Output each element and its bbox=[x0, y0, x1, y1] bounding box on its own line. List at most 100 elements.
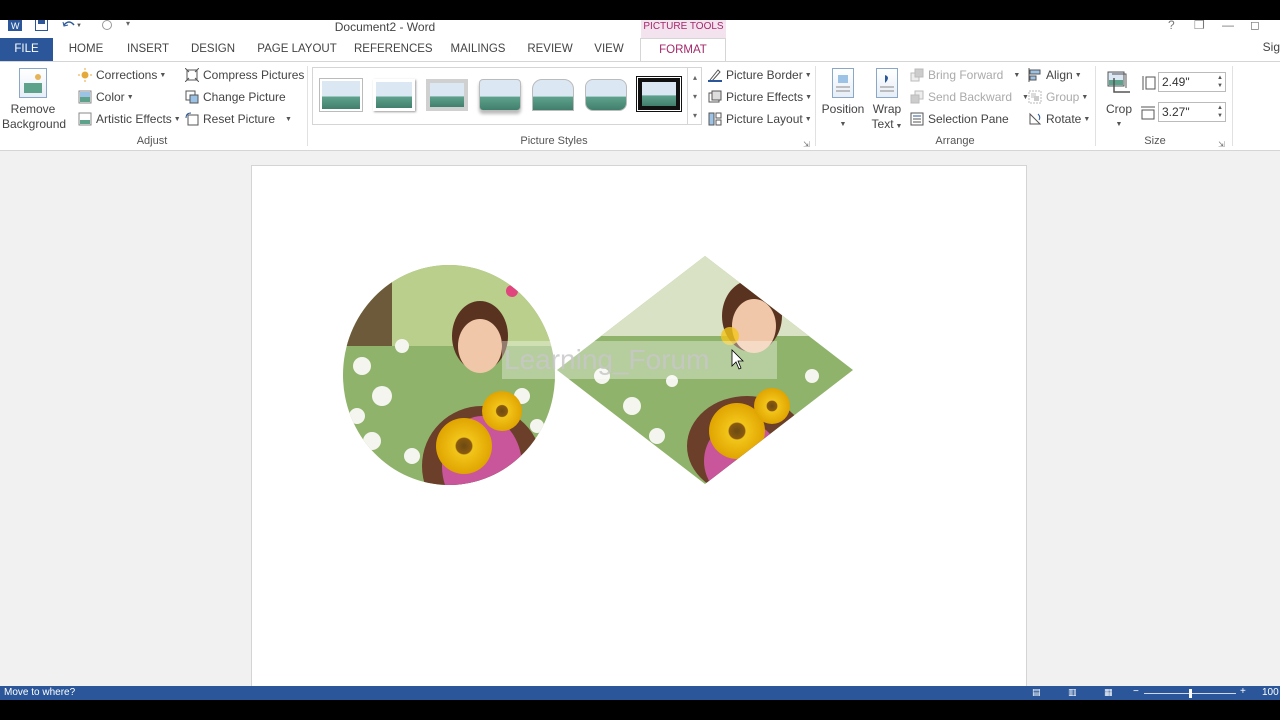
group-button[interactable]: Group ▼ bbox=[1028, 87, 1088, 107]
divider bbox=[1232, 66, 1233, 146]
position-button[interactable]: Position ▼ bbox=[820, 68, 866, 132]
shape-height-value: 2.49" bbox=[1162, 75, 1190, 89]
position-label: Position bbox=[821, 102, 865, 116]
picture-style-6[interactable] bbox=[585, 79, 627, 111]
shape-width-value: 3.27" bbox=[1162, 105, 1190, 119]
artistic-effects-label: Artistic Effects bbox=[96, 112, 172, 126]
adjust-group-label: Adjust bbox=[136, 135, 168, 147]
restore-icon[interactable]: ◻ bbox=[1250, 20, 1260, 32]
corrections-button[interactable]: Corrections ▼ bbox=[78, 65, 166, 85]
bring-forward-button[interactable]: Bring Forward ▼ bbox=[910, 65, 1020, 85]
reset-picture-button[interactable]: Reset Picture ▼ bbox=[185, 109, 292, 129]
picture-style-2[interactable] bbox=[373, 79, 415, 111]
artistic-effects-icon bbox=[78, 112, 92, 126]
pictures-layer: Learning_Forum bbox=[332, 256, 853, 526]
size-group-label: Size bbox=[1144, 135, 1166, 147]
shape-width-field[interactable]: 3.27" ▲ ▼ bbox=[1158, 102, 1226, 122]
picture-effects-button[interactable]: Picture Effects ▼ bbox=[708, 87, 812, 107]
picture-tools-label: PICTURE TOOLS bbox=[641, 20, 726, 38]
picture-border-button[interactable]: Picture Border ▼ bbox=[708, 65, 812, 85]
zoom-level[interactable]: 100 bbox=[1262, 687, 1279, 698]
picture-style-3[interactable] bbox=[426, 79, 468, 111]
send-backward-icon bbox=[910, 90, 924, 104]
selection-pane-icon bbox=[910, 112, 924, 126]
divider bbox=[815, 66, 816, 146]
minimize-icon[interactable]: — bbox=[1222, 20, 1234, 32]
circle-cropped-picture[interactable] bbox=[332, 256, 572, 526]
read-mode-icon[interactable]: ▤ bbox=[1032, 687, 1041, 698]
height-icon bbox=[1140, 73, 1156, 93]
selection-pane-button[interactable]: Selection Pane bbox=[910, 109, 1009, 129]
help-icon[interactable]: ? bbox=[1168, 20, 1175, 32]
title-bar: W ▼ ▾ Document2 - Word PICTURE TOOLS ? ❐… bbox=[0, 20, 1280, 38]
arrange-group-label: Arrange bbox=[935, 135, 975, 147]
change-picture-button[interactable]: Change Picture bbox=[185, 87, 286, 107]
sign-in-link[interactable]: Sig bbox=[1263, 38, 1280, 56]
picture-layout-button[interactable]: Picture Layout ▼ bbox=[708, 109, 812, 129]
picture-effects-icon bbox=[708, 90, 722, 104]
rotate-label: Rotate bbox=[1046, 112, 1082, 126]
position-icon bbox=[832, 68, 854, 98]
artistic-effects-button[interactable]: Artistic Effects ▼ bbox=[78, 109, 181, 129]
picture-style-4[interactable] bbox=[479, 79, 521, 111]
width-spinner-arrows[interactable]: ▲ ▼ bbox=[1217, 104, 1223, 120]
tab-design[interactable]: DESIGN bbox=[186, 38, 240, 61]
tab-review[interactable]: REVIEW bbox=[524, 38, 576, 61]
tab-insert[interactable]: INSERT bbox=[122, 38, 174, 61]
zoom-slider-track[interactable] bbox=[1144, 689, 1236, 698]
divider bbox=[307, 66, 308, 146]
wrap-text-label-2: Text bbox=[871, 117, 894, 131]
compress-pictures-label: Compress Pictures bbox=[203, 68, 305, 82]
color-label: Color bbox=[96, 90, 125, 104]
picture-layout-icon bbox=[708, 112, 722, 126]
tab-view[interactable]: VIEW bbox=[588, 38, 630, 61]
crop-button[interactable]: Crop ▼ bbox=[1100, 68, 1138, 132]
picture-style-7[interactable] bbox=[636, 76, 682, 112]
sun-icon bbox=[78, 68, 92, 82]
zoom-out-button[interactable]: − bbox=[1133, 686, 1139, 697]
crop-label: Crop bbox=[1105, 102, 1132, 116]
zoom-in-button[interactable]: + bbox=[1240, 686, 1246, 697]
status-text: Move to where? bbox=[4, 687, 76, 698]
shape-height-field[interactable]: 2.49" ▲ ▼ bbox=[1158, 72, 1226, 92]
picture-style-5[interactable] bbox=[532, 79, 574, 111]
crop-icon bbox=[1106, 68, 1132, 98]
width-icon bbox=[1140, 103, 1156, 123]
gallery-scroll-down[interactable]: ▾ bbox=[687, 87, 702, 106]
picture-styles-gallery: ▴ ▾ ▾ bbox=[312, 67, 702, 125]
group-icon bbox=[1028, 90, 1042, 104]
zoom-slider-thumb[interactable] bbox=[1189, 689, 1192, 698]
reset-picture-icon bbox=[185, 112, 199, 126]
picture-effects-label: Picture Effects bbox=[726, 90, 804, 104]
divider bbox=[1095, 66, 1096, 146]
tab-file[interactable]: FILE bbox=[0, 38, 53, 61]
picture-style-1[interactable] bbox=[320, 79, 362, 111]
gallery-more[interactable]: ▾ bbox=[687, 106, 702, 125]
tab-page-layout[interactable]: PAGE LAYOUT bbox=[252, 38, 342, 61]
document-canvas: Learning_Forum bbox=[0, 151, 1280, 705]
tab-home[interactable]: HOME bbox=[62, 38, 110, 61]
wrap-text-icon bbox=[876, 68, 898, 98]
web-layout-icon[interactable]: ▦ bbox=[1104, 687, 1113, 698]
remove-background-button[interactable]: Remove Background bbox=[2, 68, 66, 132]
bring-forward-label: Bring Forward bbox=[928, 68, 1004, 82]
wrap-text-button[interactable]: Wrap Text ▼ bbox=[868, 68, 906, 134]
change-picture-icon bbox=[185, 90, 199, 104]
height-spinner-arrows[interactable]: ▲ ▼ bbox=[1217, 74, 1223, 90]
reset-picture-label: Reset Picture bbox=[203, 112, 276, 126]
rotate-button[interactable]: Rotate ▼ bbox=[1028, 109, 1090, 129]
tab-format[interactable]: FORMAT bbox=[640, 38, 726, 62]
ribbon-display-options-icon[interactable]: ❐ bbox=[1194, 20, 1205, 32]
align-button[interactable]: Align ▼ bbox=[1028, 65, 1082, 85]
bring-forward-icon bbox=[910, 68, 924, 82]
color-icon bbox=[78, 90, 92, 104]
tab-references[interactable]: REFERENCES bbox=[354, 38, 433, 61]
picture-styles-group-label: Picture Styles bbox=[520, 135, 588, 147]
color-button[interactable]: Color ▼ bbox=[78, 87, 134, 107]
gallery-scroll-up[interactable]: ▴ bbox=[687, 68, 702, 87]
send-backward-button[interactable]: Send Backward ▼ bbox=[910, 87, 1029, 107]
tab-mailings[interactable]: MAILINGS bbox=[444, 38, 512, 61]
print-layout-icon[interactable]: ▥ bbox=[1068, 687, 1077, 698]
remove-background-label-1: Remove bbox=[10, 102, 56, 116]
compress-pictures-button[interactable]: Compress Pictures bbox=[184, 65, 305, 85]
